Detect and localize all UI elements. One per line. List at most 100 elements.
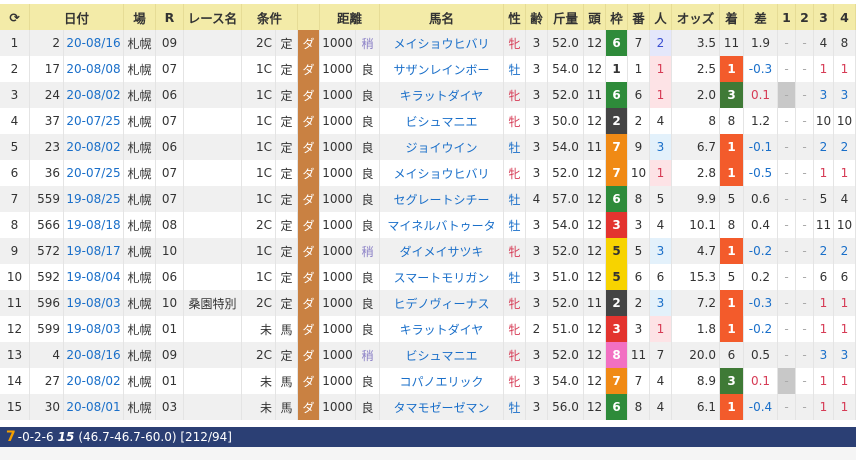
cell-place: 札幌 bbox=[124, 316, 156, 342]
cell-c2: - bbox=[796, 160, 814, 186]
table-row[interactable]: 6 36 20-07/25 札幌 07 1C 定ダ 1000 良メイショウヒバリ牝 3 52.0 12… bbox=[0, 160, 856, 186]
col-horse[interactable]: 性 bbox=[504, 4, 526, 30]
cell-horse[interactable]: ビシュマニエ bbox=[380, 342, 504, 368]
table-row[interactable]: 12 599 19-08/03 札幌 01 未馬ダ 1000 良キラットダイヤ牝 2 51.0 12… bbox=[0, 316, 856, 342]
cell-date[interactable]: 20-07/25 bbox=[64, 108, 124, 134]
cell-date[interactable]: 20-08/02 bbox=[64, 134, 124, 160]
cell-horse[interactable]: スマートモリガン bbox=[380, 264, 504, 290]
cell-cond: 良 bbox=[356, 368, 380, 394]
cell-c2: - bbox=[796, 108, 814, 134]
cell-horse[interactable]: ビシュマニエ bbox=[380, 108, 504, 134]
cell-cls: 2C bbox=[242, 30, 276, 56]
col-kind[interactable] bbox=[298, 4, 320, 30]
horizontal-scrollbar[interactable] bbox=[0, 447, 856, 460]
cell-dist: 1000 bbox=[320, 316, 356, 342]
col-surface[interactable]: 距離 bbox=[320, 4, 380, 30]
col-corner2[interactable]: 3 bbox=[814, 4, 834, 30]
table-row[interactable]: 1 2 20-08/16 札幌 09 2C 定ダ 1000 稍メイショウヒバリ牝 3 52.0 12 6… bbox=[0, 30, 856, 56]
cell-pop: 4 bbox=[650, 394, 672, 420]
cell-n: 12 bbox=[584, 108, 606, 134]
cell-date[interactable]: 20-08/16 bbox=[64, 30, 124, 56]
table-row[interactable]: 5 23 20-08/02 札幌 06 1C 定ダ 1000 良ジョイウイン牡 3 54.0 11 7 9… bbox=[0, 134, 856, 160]
cell-no: 5 bbox=[0, 134, 30, 160]
cell-waku: 6 bbox=[606, 30, 628, 56]
table-row[interactable]: 4 37 20-07/25 札幌 07 1C 定ダ 1000 良ビシュマニエ牝 3 50.0 12 2 2… bbox=[0, 108, 856, 134]
cell-c1: - bbox=[778, 394, 796, 420]
table-row[interactable]: 2 17 20-08/08 札幌 07 1C 定ダ 1000 良サザンレインボー牡 3 54.0 12… bbox=[0, 56, 856, 82]
cell-c1: - bbox=[778, 82, 796, 108]
cell-horse[interactable]: メイショウヒバリ bbox=[380, 160, 504, 186]
cell-kind: 定 bbox=[276, 186, 298, 212]
table-row[interactable]: 8 566 19-08/18 札幌 08 2C 定ダ 1000 良マイネルバトゥータ牡 3 54.0… bbox=[0, 212, 856, 238]
cell-date[interactable]: 19-08/25 bbox=[64, 186, 124, 212]
cell-date[interactable]: 20-08/02 bbox=[64, 82, 124, 108]
col-sex[interactable]: 齢 bbox=[526, 4, 548, 30]
cell-horse[interactable]: マイネルバトゥータ bbox=[380, 212, 504, 238]
cell-no: 12 bbox=[0, 316, 30, 342]
table-row[interactable]: 11 596 19-08/03 札幌 10 桑園特別 2C 定ダ 1000 良ヒデノヴィーナス牝 3… bbox=[0, 290, 856, 316]
col-age[interactable]: 斤量 bbox=[548, 4, 584, 30]
col-popularity[interactable]: オッズ bbox=[672, 4, 720, 30]
cell-age: 3 bbox=[526, 290, 548, 316]
cell-c4: 1 bbox=[834, 290, 856, 316]
cell-horse[interactable]: サザンレインボー bbox=[380, 56, 504, 82]
col-odds[interactable]: 着 bbox=[720, 4, 744, 30]
cell-dist: 1000 bbox=[320, 342, 356, 368]
cell-n: 12 bbox=[584, 316, 606, 342]
col-weight[interactable]: 頭 bbox=[584, 4, 606, 30]
col-race-name[interactable]: レース名 bbox=[184, 4, 242, 30]
cell-horse[interactable]: メイショウヒバリ bbox=[380, 30, 504, 56]
cell-date[interactable]: 20-07/25 bbox=[64, 160, 124, 186]
cell-horse[interactable]: ダイメイサツキ bbox=[380, 238, 504, 264]
cell-pop: 7 bbox=[650, 342, 672, 368]
col-class[interactable]: 条件 bbox=[242, 4, 298, 30]
cell-date[interactable]: 19-08/03 bbox=[64, 316, 124, 342]
cell-horse[interactable]: セグレートシチー bbox=[380, 186, 504, 212]
cell-date[interactable]: 20-08/01 bbox=[64, 394, 124, 420]
cell-cond: 良 bbox=[356, 264, 380, 290]
table-row[interactable]: 15 30 20-08/01 札幌 03 未馬ダ 1000 良タマモゼーゼマン牡 3 56.0 12… bbox=[0, 394, 856, 420]
refresh-icon[interactable]: ⟳ bbox=[0, 4, 30, 30]
col-date[interactable]: 日付 bbox=[30, 4, 124, 30]
cell-date[interactable]: 20-08/16 bbox=[64, 342, 124, 368]
cell-horse[interactable]: ヒデノヴィーナス bbox=[380, 290, 504, 316]
cell-horse[interactable]: コパノエリック bbox=[380, 368, 504, 394]
table-row[interactable]: 13 4 20-08/16 札幌 09 2C 定ダ 1000 稍ビシュマニエ牝 3 52.0 12 8 1… bbox=[0, 342, 856, 368]
cell-horse[interactable]: キラットダイヤ bbox=[380, 82, 504, 108]
col-corner1[interactable]: 2 bbox=[796, 4, 814, 30]
col-corner3[interactable]: 4 bbox=[834, 4, 856, 30]
cell-horse[interactable]: タマモゼーゼマン bbox=[380, 394, 504, 420]
cell-cond: 稍 bbox=[356, 238, 380, 264]
cell-cls: 2C bbox=[242, 290, 276, 316]
cell-date[interactable]: 19-08/17 bbox=[64, 238, 124, 264]
cell-waku: 6 bbox=[606, 186, 628, 212]
table-row[interactable]: 14 27 20-08/02 札幌 01 未馬ダ 1000 良コパノエリック牝 3 54.0 12 7… bbox=[0, 368, 856, 394]
cell-date[interactable]: 19-08/18 bbox=[64, 212, 124, 238]
cell-cls: 2C bbox=[242, 212, 276, 238]
table-row[interactable]: 9 572 19-08/17 札幌 10 1C 定ダ 1000 稍ダイメイサツキ牝 3 52.0 12… bbox=[0, 238, 856, 264]
cell-n: 12 bbox=[584, 186, 606, 212]
table-row[interactable]: 7 559 19-08/25 札幌 07 1C 定ダ 1000 良セグレートシチー牡 4 57.0 1… bbox=[0, 186, 856, 212]
cell-horse[interactable]: ジョイウイン bbox=[380, 134, 504, 160]
col-field-size[interactable]: 枠 bbox=[606, 4, 628, 30]
col-number[interactable]: 人 bbox=[650, 4, 672, 30]
table-row[interactable]: 3 24 20-08/02 札幌 06 1C 定ダ 1000 良キラットダイヤ牝 3 52.0 11 6… bbox=[0, 82, 856, 108]
col-finish[interactable]: 差 bbox=[744, 4, 778, 30]
col-margin[interactable]: 1 bbox=[778, 4, 796, 30]
cell-date[interactable]: 19-08/04 bbox=[64, 264, 124, 290]
cell-place: 札幌 bbox=[124, 238, 156, 264]
cell-wt: 52.0 bbox=[548, 238, 584, 264]
col-waku[interactable]: 番 bbox=[628, 4, 650, 30]
col-condition[interactable]: 馬名 bbox=[380, 4, 504, 30]
cell-horse[interactable]: キラットダイヤ bbox=[380, 316, 504, 342]
cell-rank: 1 bbox=[720, 316, 744, 342]
cell-date[interactable]: 20-08/02 bbox=[64, 368, 124, 394]
table-row[interactable]: 10 592 19-08/04 札幌 06 1C 定ダ 1000 良スマートモリガン牡 3 51.0… bbox=[0, 264, 856, 290]
cell-date[interactable]: 19-08/03 bbox=[64, 290, 124, 316]
col-place[interactable]: 場 bbox=[124, 4, 156, 30]
cell-odds: 9.9 bbox=[672, 186, 720, 212]
cell-surf: ダ bbox=[298, 368, 320, 394]
cell-no: 11 bbox=[0, 290, 30, 316]
col-race-no[interactable]: R bbox=[156, 4, 184, 30]
cell-date[interactable]: 20-08/08 bbox=[64, 56, 124, 82]
